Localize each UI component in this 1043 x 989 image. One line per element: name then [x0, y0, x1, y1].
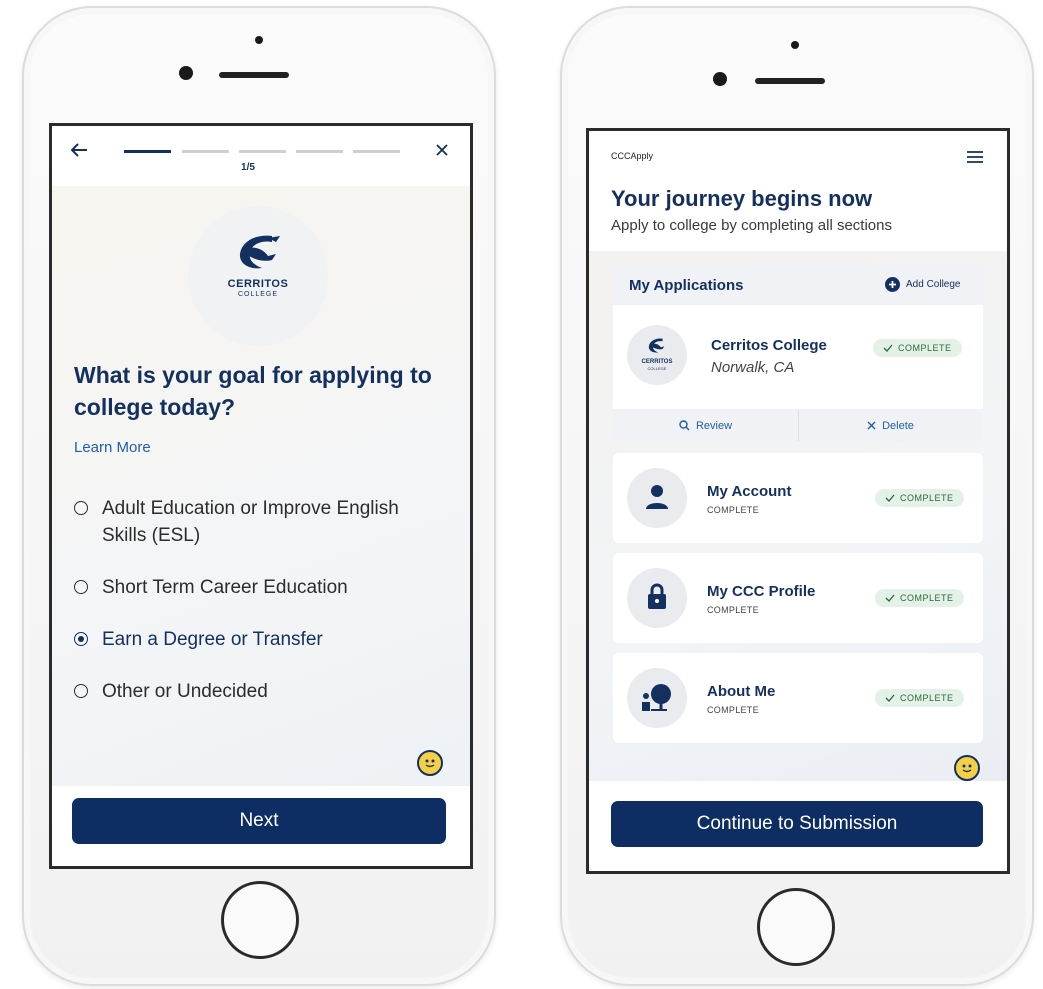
- review-button[interactable]: Review: [613, 410, 799, 441]
- page-title: Your journey begins now: [611, 186, 873, 211]
- section-card-about-me[interactable]: About Me COMPLETE COMPLETE: [613, 653, 983, 743]
- college-name: Cerritos College: [711, 337, 827, 354]
- add-college-label: Add College: [906, 279, 961, 290]
- progress-step-3: [239, 150, 286, 153]
- avatar: [627, 568, 687, 628]
- question-heading: What is your goal for applying to colleg…: [74, 362, 432, 420]
- person-icon: [646, 485, 668, 509]
- hamburger-menu-icon[interactable]: [967, 151, 983, 163]
- home-button[interactable]: [757, 888, 835, 966]
- option-adult-education[interactable]: Adult Education or Improve English Skill…: [74, 495, 434, 549]
- check-icon: [885, 594, 895, 602]
- college-logo-avatar: CERRITOS COLLEGE: [627, 325, 687, 385]
- plus-circle-icon: [885, 277, 900, 292]
- status-badge: COMPLETE: [875, 589, 964, 607]
- sensor-dot: [255, 36, 263, 44]
- speaker: [219, 72, 289, 78]
- logo-text-cerritos: CERRITOS: [641, 359, 673, 365]
- status-text: COMPLETE: [900, 693, 954, 703]
- status-text: COMPLETE: [900, 593, 954, 603]
- home-button[interactable]: [221, 881, 299, 959]
- review-label: Review: [695, 419, 733, 432]
- college-logo: CERRITOS COLLEGE: [188, 206, 328, 346]
- page-subtitle: Apply to college by completing all secti…: [611, 217, 892, 234]
- option-label: Short Term Career Education: [102, 577, 348, 598]
- radio-button[interactable]: [74, 684, 88, 698]
- section-title: About Me: [707, 683, 776, 700]
- section-subtitle: COMPLETE: [707, 705, 759, 715]
- radio-button[interactable]: [74, 501, 88, 515]
- progress-step-2: [182, 150, 229, 153]
- college-row[interactable]: CERRITOS COLLEGE Cerritos College Norwal…: [613, 305, 983, 409]
- avatar: [627, 468, 687, 528]
- section-card-my-account[interactable]: My Account COMPLETE COMPLETE: [613, 453, 983, 543]
- search-icon: [679, 420, 690, 431]
- section-subtitle: COMPLETE: [707, 505, 759, 515]
- back-arrow-icon[interactable]: [70, 142, 88, 158]
- section-subtitle: COMPLETE: [707, 605, 759, 615]
- section-title: My CCC Profile: [707, 583, 816, 600]
- section-card-my-ccc-profile[interactable]: My CCC Profile COMPLETE COMPLETE: [613, 553, 983, 643]
- progress-label: 1/5: [241, 162, 255, 173]
- continue-to-submission-button[interactable]: Continue to Submission: [611, 801, 983, 847]
- add-college-button[interactable]: Add College: [885, 277, 960, 292]
- option-label: Earn a Degree or Transfer: [102, 629, 323, 650]
- section-title: My Account: [707, 483, 792, 500]
- check-icon: [885, 494, 895, 502]
- x-icon: [867, 421, 876, 430]
- logo-text-cerritos: CERRITOS: [227, 278, 289, 290]
- progress-step-1: [124, 150, 171, 153]
- person-tree-icon: [642, 684, 671, 711]
- avatar: [627, 668, 687, 728]
- option-other-undecided[interactable]: Other or Undecided: [74, 678, 268, 705]
- journey-screen: CCCApply Your journey begins now Apply t…: [586, 128, 1010, 874]
- logo-text-college: COLLEGE: [647, 366, 667, 371]
- front-camera: [179, 66, 193, 80]
- status-badge: COMPLETE: [875, 689, 964, 707]
- progress-step-4: [296, 150, 343, 153]
- status-text: COMPLETE: [900, 493, 954, 503]
- lock-icon: [648, 583, 666, 609]
- check-icon: [885, 694, 895, 702]
- next-button[interactable]: Next: [72, 798, 446, 844]
- speaker: [755, 78, 825, 84]
- close-icon[interactable]: [436, 144, 448, 156]
- delete-button[interactable]: Delete: [798, 410, 983, 441]
- bird-logo-icon: [648, 338, 665, 353]
- progress-step-5: [353, 150, 400, 153]
- app-name: CCCApply: [611, 151, 654, 161]
- radio-button-selected[interactable]: [74, 632, 88, 646]
- bird-logo-icon: [239, 235, 280, 269]
- learn-more-link[interactable]: Learn More: [74, 439, 151, 456]
- option-label: Other or Undecided: [102, 681, 268, 702]
- check-icon: [883, 344, 893, 352]
- college-location: Norwalk, CA: [711, 359, 795, 376]
- goal-screen: 1/5 CERRITOS COLLEGE What is your goal f…: [49, 123, 473, 869]
- option-short-term-career[interactable]: Short Term Career Education: [74, 574, 348, 601]
- logo-text-college: COLLEGE: [237, 291, 279, 298]
- option-earn-degree[interactable]: Earn a Degree or Transfer: [74, 626, 323, 653]
- status-badge: COMPLETE: [873, 339, 962, 357]
- top-bar: 1/5: [52, 126, 470, 186]
- chat-assistant-icon[interactable]: [954, 755, 980, 781]
- status-text: COMPLETE: [898, 343, 952, 353]
- applications-card: My Applications Add College CERRITOS COL…: [613, 263, 983, 441]
- status-badge: COMPLETE: [875, 489, 964, 507]
- applications-header: My Applications: [629, 277, 744, 294]
- radio-button[interactable]: [74, 580, 88, 594]
- option-label: Adult Education or Improve English Skill…: [102, 498, 399, 546]
- sensor-dot: [791, 41, 799, 49]
- delete-label: Delete: [882, 419, 914, 432]
- front-camera: [713, 72, 727, 86]
- chat-assistant-icon[interactable]: [417, 750, 443, 776]
